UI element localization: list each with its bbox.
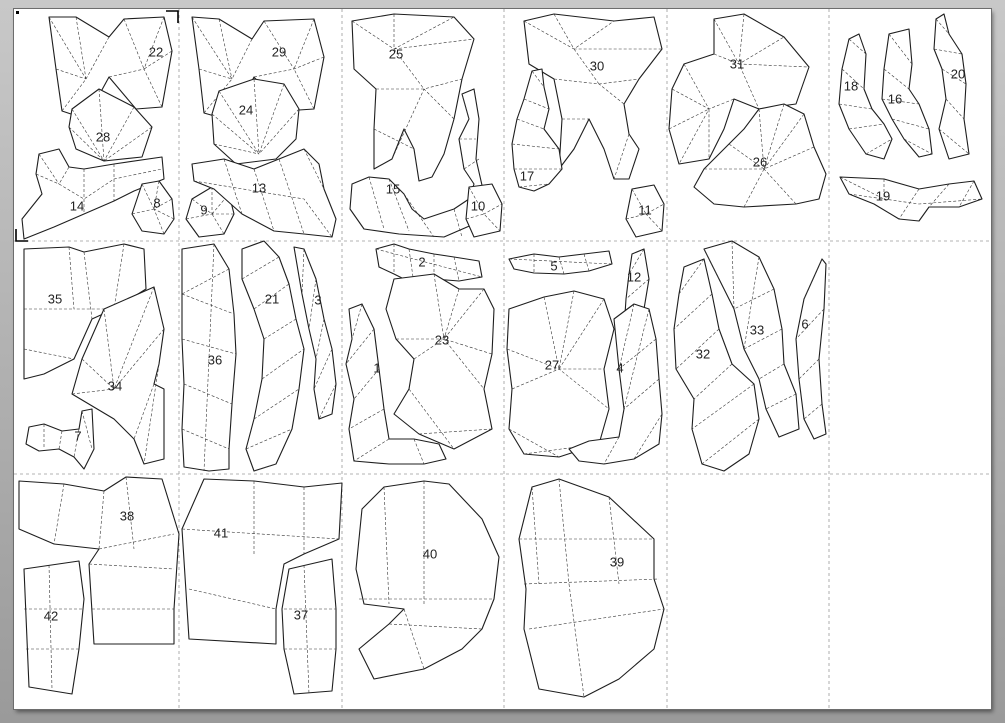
piece-label-34: 34 bbox=[107, 378, 123, 394]
piece-label-41: 41 bbox=[213, 525, 229, 541]
piece-20 bbox=[933, 13, 970, 160]
piece-40 bbox=[355, 480, 500, 680]
piece-label-18: 18 bbox=[843, 78, 859, 94]
piece-label-37: 37 bbox=[293, 607, 309, 623]
piece-label-7: 7 bbox=[74, 428, 82, 444]
piece-label-10: 10 bbox=[470, 198, 486, 214]
piece-label-30: 30 bbox=[589, 58, 605, 74]
piece-label-25: 25 bbox=[388, 46, 404, 62]
piece-label-16: 16 bbox=[887, 91, 903, 107]
piece-label-31: 31 bbox=[729, 56, 745, 72]
piece-label-6: 6 bbox=[801, 316, 809, 332]
piece-label-36: 36 bbox=[207, 352, 223, 368]
piece-7 bbox=[25, 408, 95, 470]
piece-label-17: 17 bbox=[519, 168, 535, 184]
pattern-sheet: .grid { stroke:#9a9a9a; stroke-width:0.8… bbox=[14, 9, 991, 709]
piece-label-24: 24 bbox=[238, 102, 254, 118]
piece-27 bbox=[506, 290, 615, 458]
registration-mark-top-left bbox=[16, 11, 19, 14]
piece-label-26: 26 bbox=[752, 154, 768, 170]
piece-21 bbox=[241, 240, 305, 472]
piece-label-28: 28 bbox=[95, 129, 111, 145]
piece-label-4: 4 bbox=[616, 360, 624, 376]
piece-label-2: 2 bbox=[418, 254, 426, 270]
piece-label-42: 42 bbox=[43, 608, 59, 624]
piece-label-33: 33 bbox=[749, 322, 765, 338]
piece-label-8: 8 bbox=[153, 195, 161, 211]
piece-label-1: 1 bbox=[373, 360, 381, 376]
piece-label-29: 29 bbox=[271, 44, 287, 60]
piece-label-23: 23 bbox=[434, 332, 450, 348]
piece-25 bbox=[351, 13, 475, 182]
piece-label-20: 20 bbox=[950, 66, 966, 82]
registration-mark-top-right bbox=[166, 10, 179, 23]
piece-label-40: 40 bbox=[422, 546, 438, 562]
piece-24 bbox=[211, 78, 300, 165]
piece-5 bbox=[508, 250, 613, 275]
piece-label-22: 22 bbox=[148, 44, 164, 60]
piece-42 bbox=[23, 560, 85, 695]
piece-label-32: 32 bbox=[695, 346, 711, 362]
piece-label-15: 15 bbox=[385, 181, 401, 197]
piece-label-12: 12 bbox=[626, 269, 642, 285]
piece-label-13: 13 bbox=[251, 180, 267, 196]
pattern-drawing: .grid { stroke:#9a9a9a; stroke-width:0.8… bbox=[14, 9, 991, 709]
piece-label-3: 3 bbox=[314, 292, 322, 308]
piece-37 bbox=[281, 558, 337, 695]
piece-label-39: 39 bbox=[609, 554, 625, 570]
piece-19 bbox=[839, 176, 983, 222]
piece-label-38: 38 bbox=[119, 508, 135, 524]
piece-39 bbox=[518, 478, 665, 698]
piece-23 bbox=[385, 273, 495, 450]
piece-label-9: 9 bbox=[200, 202, 208, 218]
piece-label-19: 19 bbox=[875, 188, 891, 204]
piece-label-21: 21 bbox=[264, 291, 280, 307]
piece-label-11: 11 bbox=[638, 202, 652, 218]
piece-label-14: 14 bbox=[69, 198, 85, 214]
piece-label-35: 35 bbox=[47, 291, 63, 307]
piece-6 bbox=[795, 258, 827, 440]
piece-label-27: 27 bbox=[544, 357, 560, 373]
piece-label-5: 5 bbox=[550, 258, 558, 274]
